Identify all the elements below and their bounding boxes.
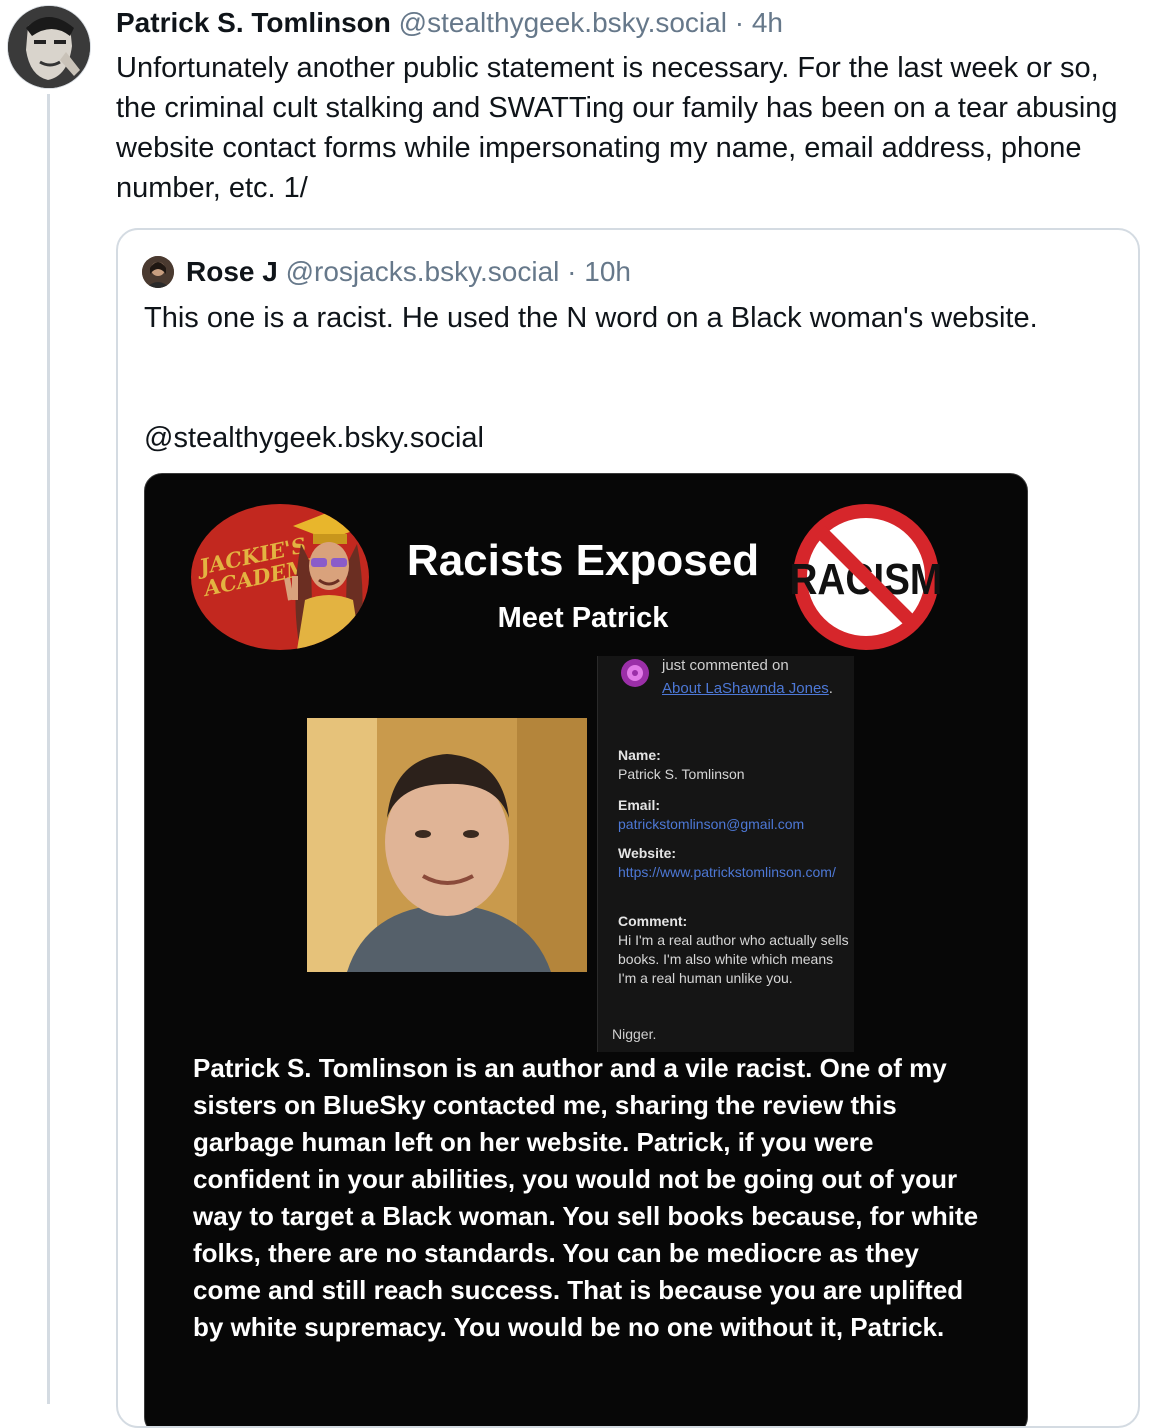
quoted-author-avatar[interactable]: [142, 256, 174, 288]
embedded-title: Racists Exposed: [406, 536, 760, 585]
form-website-label: Website:: [618, 845, 677, 861]
thread-line: [47, 94, 50, 1404]
author-portrait-image: [8, 6, 90, 88]
quoted-avatar-image: [142, 256, 174, 288]
quoted-post[interactable]: Rose J @rosjacks.bsky.social · 10h This …: [116, 228, 1140, 1428]
post-author-handle[interactable]: @stealthygeek.bsky.social: [399, 7, 727, 38]
graduate-figure-image: [284, 512, 365, 650]
just-commented-text: just commented on: [662, 657, 789, 674]
quoted-author-name[interactable]: Rose J: [186, 256, 278, 287]
form-comment-value: Hi I'm a real author who actually sells …: [618, 932, 849, 986]
embedded-image[interactable]: JACKIE'S ACADEMY Racists Exposed Meet Pa…: [144, 473, 1028, 1426]
form-email-block: Email: patrickstomlinson@gmail.com: [618, 796, 850, 834]
form-comment-block: Comment: Hi I'm a real author who actual…: [618, 912, 850, 988]
embedded-body-text: Patrick S. Tomlinson is an author and a …: [193, 1053, 979, 1342]
form-website-value: https://www.patrickstomlinson.com/: [618, 864, 836, 880]
author-avatar[interactable]: [8, 6, 90, 88]
embedded-subtitle: Meet Patrick: [497, 602, 669, 634]
form-name-block: Name: Patrick S. Tomlinson: [618, 746, 850, 784]
comment-notification-card: just commented on About LaShawnda Jones.…: [597, 656, 854, 1052]
form-comment-label: Comment:: [618, 913, 688, 929]
quoted-post-timestamp[interactable]: · 10h: [567, 256, 631, 287]
post-timestamp[interactable]: · 4h: [735, 7, 783, 38]
comment-notice: just commented on About LaShawnda Jones.: [662, 657, 833, 697]
about-link: About LaShawnda Jones: [662, 680, 829, 697]
quoted-author-handle[interactable]: @rosjacks.bsky.social: [286, 256, 560, 287]
gravatar-icon: [618, 656, 652, 690]
form-name-value: Patrick S. Tomlinson: [618, 766, 745, 782]
no-racism-sign: RACISM: [791, 504, 941, 650]
academy-logo: JACKIE'S ACADEMY: [191, 504, 369, 650]
post-header: Patrick S. Tomlinson @stealthygeek.bsky.…: [116, 4, 783, 42]
form-name-label: Name:: [618, 747, 661, 763]
post-author-name[interactable]: Patrick S. Tomlinson: [116, 7, 391, 38]
form-email-label: Email:: [618, 797, 661, 813]
quoted-post-header: Rose J @rosjacks.bsky.social · 10h: [186, 252, 631, 292]
post-text: Unfortunately another public statement i…: [116, 52, 1118, 204]
quoted-post-text: This one is a racist. He used the N word…: [144, 302, 1038, 334]
form-comment-slur: Nigger.: [612, 1026, 657, 1042]
form-website-block: Website: https://www.patrickstomlinson.c…: [618, 844, 850, 882]
patrick-photo-image: [307, 718, 587, 972]
patrick-photo: [307, 718, 587, 972]
quoted-post-mention[interactable]: @stealthygeek.bsky.social: [144, 418, 484, 458]
form-email-value: patrickstomlinson@gmail.com: [618, 816, 805, 832]
